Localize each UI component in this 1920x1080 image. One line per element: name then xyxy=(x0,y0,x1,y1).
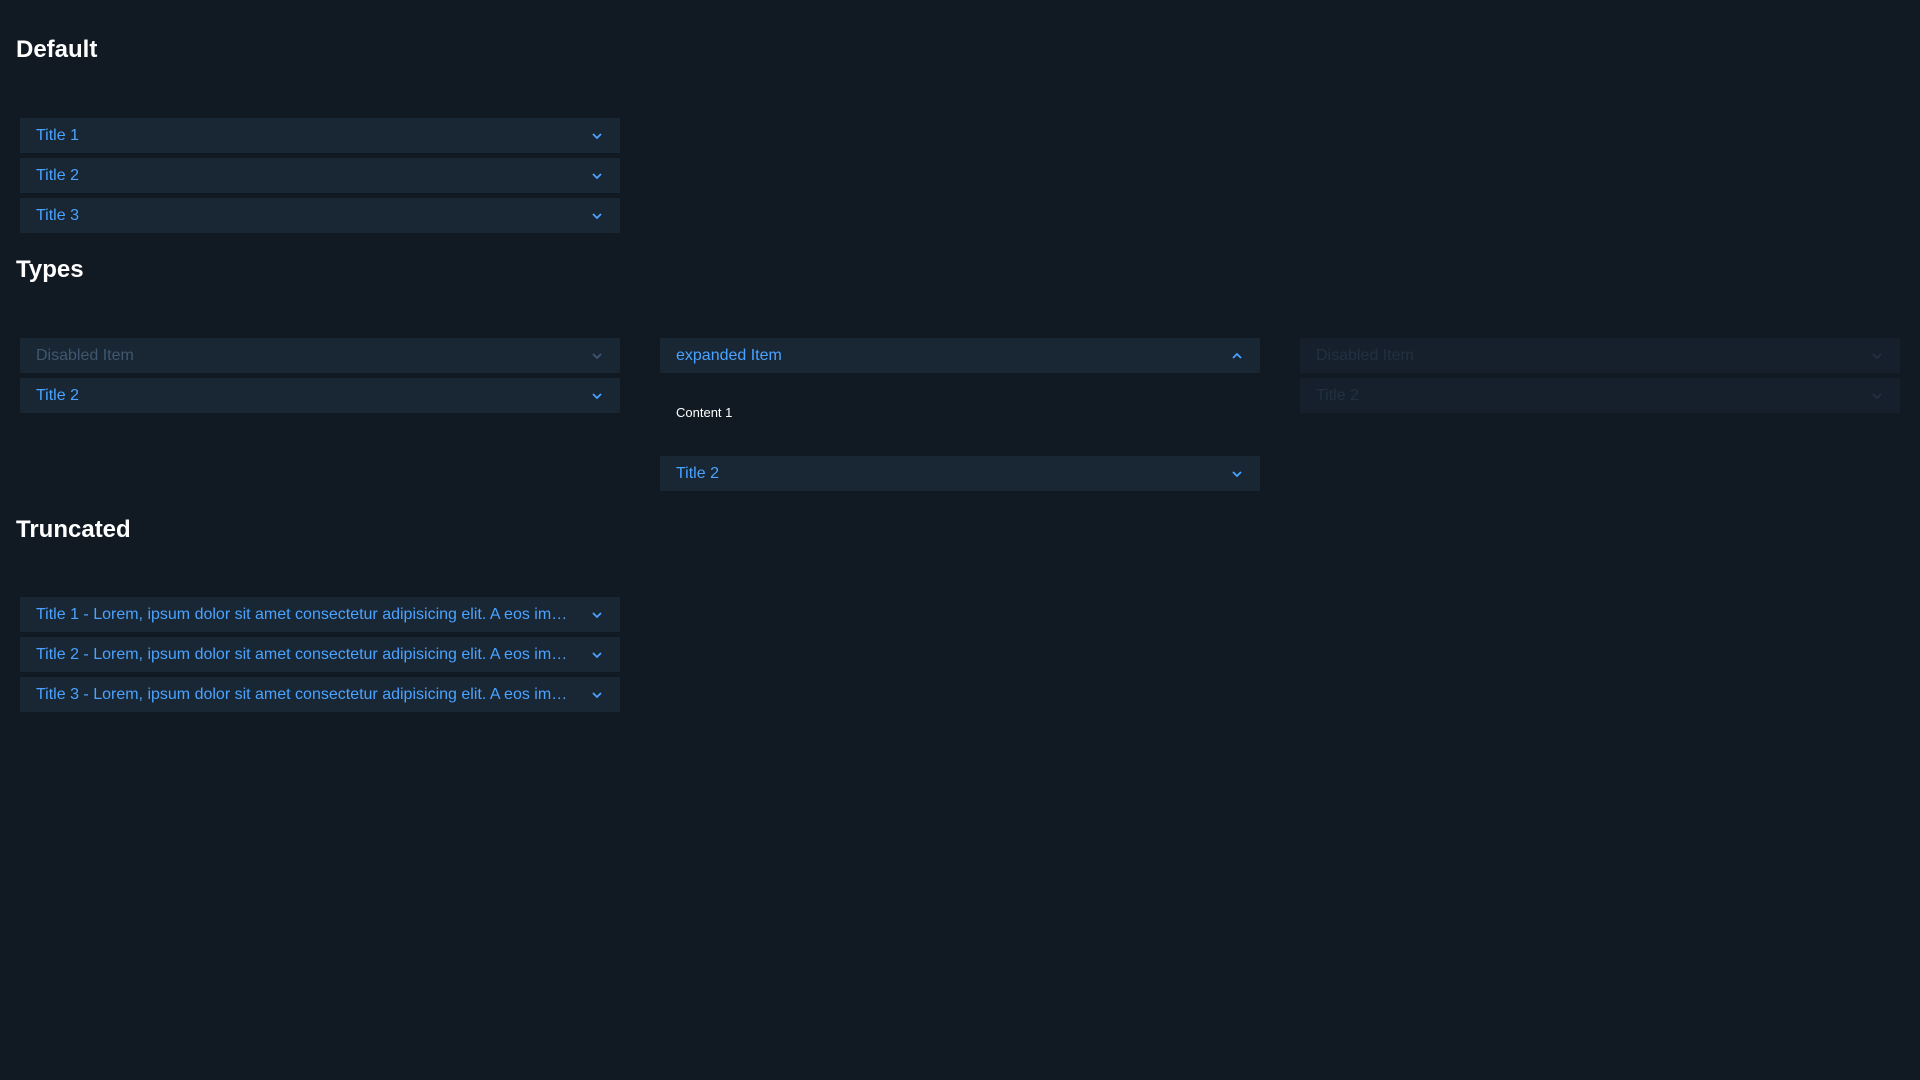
accordion-header-disabled: Disabled Item xyxy=(1300,338,1900,373)
accordion-item-disabled: Title 2 xyxy=(1300,378,1900,413)
chevron-up-icon xyxy=(1230,349,1244,363)
accordion-item-disabled: Disabled Item xyxy=(20,338,620,373)
accordion-header-title-2[interactable]: Title 2 xyxy=(20,158,620,193)
accordion-item-expanded: expanded Item Content 1 xyxy=(660,338,1260,453)
section-heading-truncated: Truncated xyxy=(16,516,131,543)
accordion-title: Title 3 xyxy=(36,206,79,224)
chevron-down-icon xyxy=(590,648,604,662)
chevron-down-icon xyxy=(1230,467,1244,481)
section-heading-default: Default xyxy=(16,36,98,63)
chevron-down-icon xyxy=(1870,349,1884,363)
accordion-item: Title 3 xyxy=(20,198,620,233)
accordion-title: expanded Item xyxy=(676,346,782,364)
accordion-types-expanded: expanded Item Content 1 Title 2 xyxy=(660,338,1260,496)
chevron-down-icon xyxy=(590,608,604,622)
accordion-header-title-2[interactable]: Title 2 xyxy=(20,378,620,413)
accordion-header-truncated-1[interactable]: Title 1 - Lorem, ipsum dolor sit amet co… xyxy=(20,597,620,632)
page: Default Title 1 Title 2 Title 3 Types Di… xyxy=(0,0,1920,1080)
accordion-title: Disabled Item xyxy=(1316,346,1414,364)
accordion-item: Title 1 xyxy=(20,118,620,153)
chevron-down-icon xyxy=(590,129,604,143)
accordion-header-disabled: Disabled Item xyxy=(20,338,620,373)
accordion-item: Title 1 - Lorem, ipsum dolor sit amet co… xyxy=(20,597,620,632)
chevron-down-icon xyxy=(590,389,604,403)
accordion-header-truncated-2[interactable]: Title 2 - Lorem, ipsum dolor sit amet co… xyxy=(20,637,620,672)
accordion-truncated: Title 1 - Lorem, ipsum dolor sit amet co… xyxy=(20,597,620,717)
accordion-types-disabled-group: Disabled Item Title 2 xyxy=(1300,338,1900,418)
accordion-item: Title 2 - Lorem, ipsum dolor sit amet co… xyxy=(20,637,620,672)
accordion-item: Title 2 xyxy=(20,378,620,413)
chevron-down-icon xyxy=(1870,389,1884,403)
accordion-title: Title 2 - Lorem, ipsum dolor sit amet co… xyxy=(36,645,586,663)
accordion-title: Disabled Item xyxy=(36,346,134,364)
accordion-header-truncated-3[interactable]: Title 3 - Lorem, ipsum dolor sit amet co… xyxy=(20,677,620,712)
accordion-title: Title 2 xyxy=(36,166,79,184)
section-heading-types: Types xyxy=(16,256,84,283)
accordion-header-title-1[interactable]: Title 1 xyxy=(20,118,620,153)
accordion-item: Title 2 xyxy=(20,158,620,193)
accordion-header-title-2-disabled: Title 2 xyxy=(1300,378,1900,413)
accordion-title: Title 1 - Lorem, ipsum dolor sit amet co… xyxy=(36,605,586,623)
chevron-down-icon xyxy=(590,349,604,363)
accordion-header-expanded[interactable]: expanded Item xyxy=(660,338,1260,373)
accordion-header-title-2[interactable]: Title 2 xyxy=(660,456,1260,491)
accordion-types-disabled: Disabled Item Title 2 xyxy=(20,338,620,418)
chevron-down-icon xyxy=(590,209,604,223)
accordion-header-title-3[interactable]: Title 3 xyxy=(20,198,620,233)
accordion-title: Title 3 - Lorem, ipsum dolor sit amet co… xyxy=(36,685,586,703)
accordion-content: Content 1 xyxy=(676,405,733,420)
accordion-item-disabled: Disabled Item xyxy=(1300,338,1900,373)
accordion-default: Title 1 Title 2 Title 3 xyxy=(20,118,620,238)
accordion-title: Title 2 xyxy=(676,464,719,482)
chevron-down-icon xyxy=(590,169,604,183)
accordion-title: Title 1 xyxy=(36,126,79,144)
accordion-title: Title 2 xyxy=(1316,386,1359,404)
accordion-item: Title 2 xyxy=(660,456,1260,491)
chevron-down-icon xyxy=(590,688,604,702)
accordion-item: Title 3 - Lorem, ipsum dolor sit amet co… xyxy=(20,677,620,712)
accordion-title: Title 2 xyxy=(36,386,79,404)
